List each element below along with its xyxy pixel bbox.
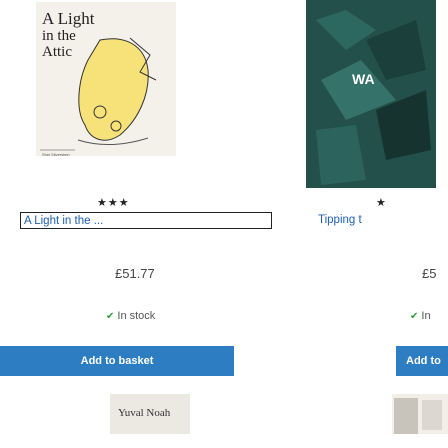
product-title-link[interactable]: A Light in the ... (20, 212, 272, 229)
next-row-book-label[interactable]: Yuval Noah (110, 394, 190, 434)
check-icon: ✔ (410, 311, 419, 322)
next-row-book-thumbnail[interactable] (392, 394, 448, 434)
product-title-link[interactable]: Tipping t (318, 212, 448, 229)
cover-title-line3: Attic (42, 44, 72, 60)
stock-status: ✔ In stock (106, 310, 155, 322)
stock-status: ✔ In (410, 310, 431, 322)
product-price: £51.77 (115, 266, 155, 281)
product-price: £5 (422, 266, 437, 281)
book-cover-art: WA (306, 0, 436, 188)
star-rating: ★★★ (97, 197, 130, 209)
shelf-author-label: Yuval Noah (118, 407, 171, 419)
add-to-basket-button[interactable]: Add to basket (0, 346, 234, 376)
cover-title-line2: in the (42, 28, 76, 44)
book-thumbnail-art (392, 394, 448, 434)
cover-author: Shel Silverstein (42, 152, 70, 157)
cover-text: WA (352, 71, 375, 87)
add-to-basket-button[interactable]: Add to (396, 346, 448, 376)
cover-title-line1: A Light (42, 9, 95, 28)
stock-label: In stock (117, 310, 156, 322)
stock-label: In (421, 310, 431, 322)
book-cover-art: A Light in the Attic Shel Silverstein (30, 0, 182, 160)
book-cover-image[interactable]: WA (306, 0, 436, 188)
book-cover-image[interactable]: A Light in the Attic Shel Silverstein (30, 0, 182, 160)
check-icon: ✔ (106, 311, 115, 322)
star-rating: ★ (376, 197, 387, 209)
